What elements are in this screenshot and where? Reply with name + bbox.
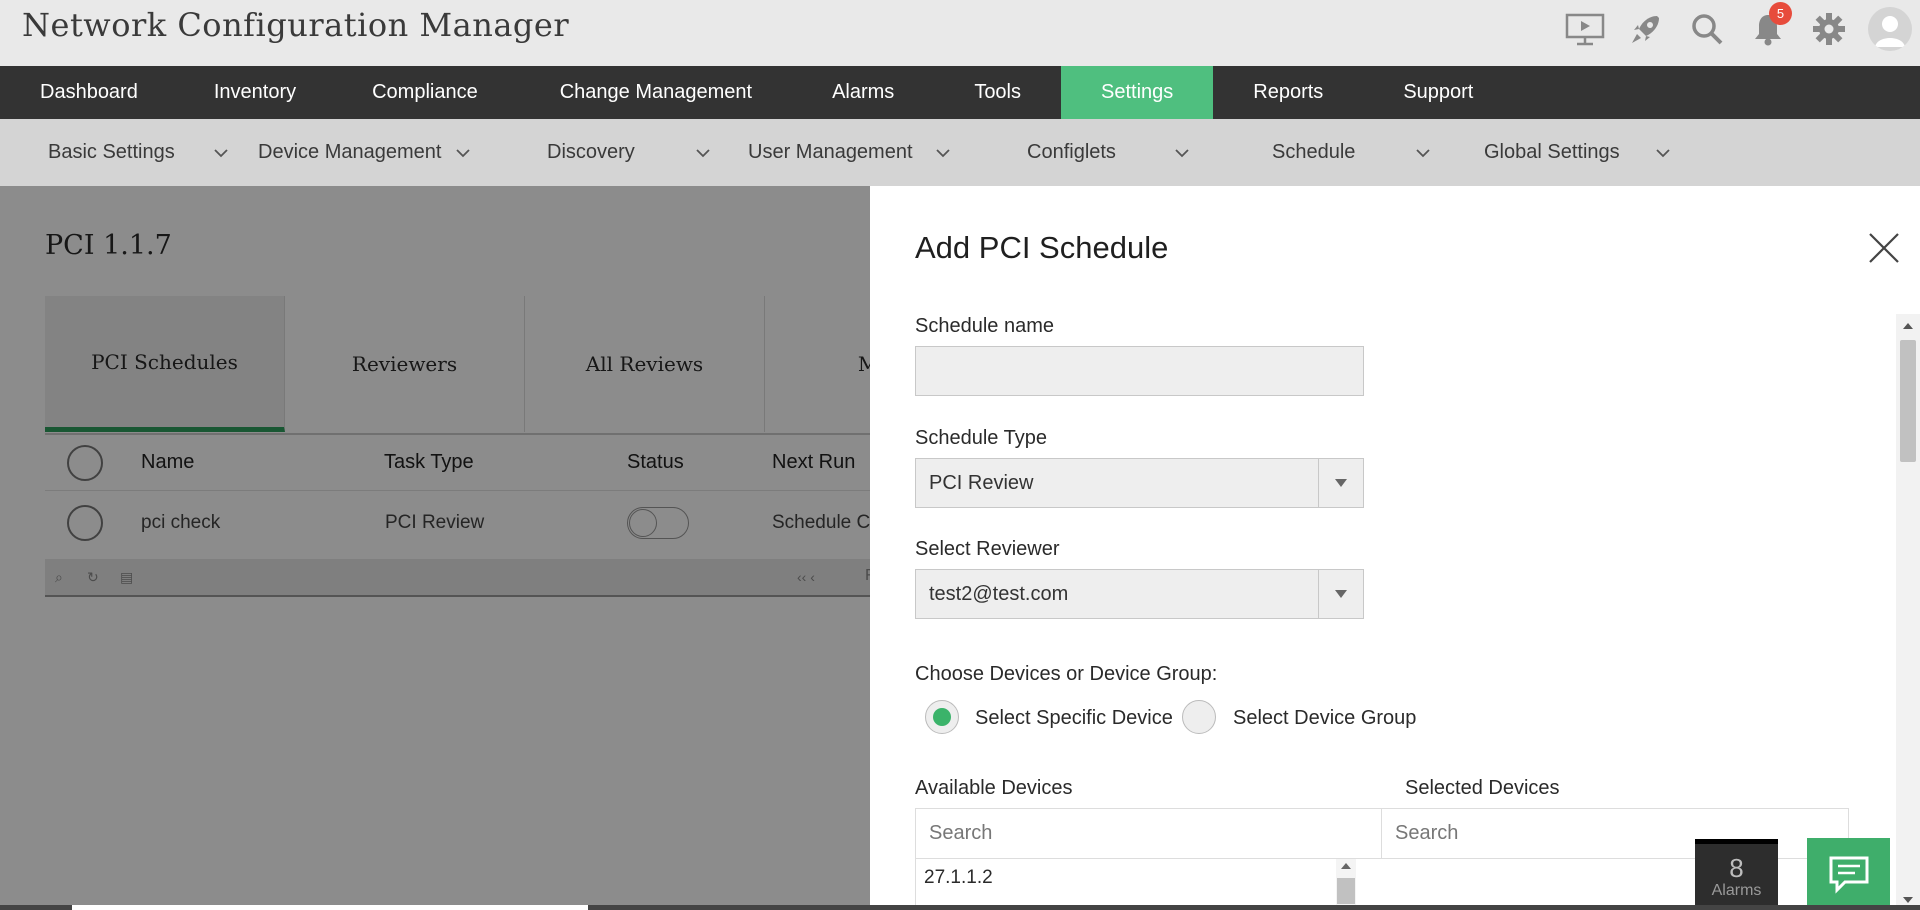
nav-settings[interactable]: Settings	[1061, 66, 1214, 119]
reviewer-value: test2@test.com	[929, 582, 1069, 605]
app-title: Network Configuration Manager	[22, 6, 570, 44]
radio-specific-device[interactable]	[925, 700, 959, 734]
panel-title: Add PCI Schedule	[915, 230, 1169, 265]
dropdown-arrow-icon[interactable]	[1318, 570, 1363, 618]
schedule-name-input[interactable]	[915, 346, 1364, 396]
radio-specific-device-label[interactable]: Select Specific Device	[975, 707, 1173, 730]
chevron-down-icon[interactable]	[696, 119, 710, 186]
radio-device-group-label[interactable]: Select Device Group	[1233, 707, 1416, 730]
subnav-user-management[interactable]: User Management	[748, 119, 913, 186]
available-list-scrollbar[interactable]	[1336, 859, 1356, 910]
nav-dashboard[interactable]: Dashboard	[0, 66, 178, 119]
selected-search-input[interactable]: Search	[1382, 809, 1848, 859]
user-avatar[interactable]	[1859, 0, 1920, 58]
alarms-counter-button[interactable]: 8 Alarms	[1695, 839, 1778, 910]
choose-devices-label: Choose Devices or Device Group:	[915, 663, 1218, 685]
schedule-type-select[interactable]: PCI Review	[915, 458, 1364, 508]
reviewer-label: Select Reviewer	[915, 538, 1060, 560]
dropdown-arrow-icon[interactable]	[1318, 459, 1363, 507]
nav-compliance[interactable]: Compliance	[332, 66, 518, 119]
notification-badge: 5	[1769, 2, 1792, 25]
available-search-input[interactable]: Search	[916, 809, 1382, 859]
nav-tools[interactable]: Tools	[934, 66, 1061, 119]
chevron-down-icon[interactable]	[1416, 119, 1430, 186]
reviewer-select[interactable]: test2@test.com	[915, 569, 1364, 619]
top-header: Network Configuration Manager 5	[0, 0, 1920, 66]
selected-devices-label: Selected Devices	[1405, 777, 1560, 799]
alarms-count: 8	[1729, 853, 1744, 883]
notification-bell-icon[interactable]: 5	[1737, 0, 1798, 58]
list-item[interactable]: 27.1.1.2	[924, 867, 993, 889]
radio-device-group[interactable]	[1182, 700, 1216, 734]
schedule-type-label: Schedule Type	[915, 427, 1047, 449]
subnav-schedule[interactable]: Schedule	[1272, 119, 1355, 186]
available-devices-label: Available Devices	[915, 777, 1073, 799]
chevron-down-icon[interactable]	[936, 119, 950, 186]
panel-scrollbar[interactable]	[1896, 314, 1920, 910]
schedule-name-label: Schedule name	[915, 315, 1054, 337]
avatar	[1867, 7, 1912, 51]
alarms-label: Alarms	[1711, 882, 1762, 899]
rocket-icon[interactable]	[1615, 0, 1676, 58]
nav-change-management[interactable]: Change Management	[518, 66, 794, 119]
gear-icon[interactable]	[1798, 0, 1859, 58]
chevron-down-icon[interactable]	[456, 119, 470, 186]
chevron-down-icon[interactable]	[1656, 119, 1670, 186]
close-icon[interactable]	[1866, 230, 1902, 266]
subnav-discovery[interactable]: Discovery	[547, 119, 635, 186]
nav-support[interactable]: Support	[1363, 66, 1513, 119]
nav-inventory[interactable]: Inventory	[178, 66, 332, 119]
bottom-strip	[0, 905, 1920, 910]
schedule-type-value: PCI Review	[929, 471, 1034, 494]
subnav-basic-settings[interactable]: Basic Settings	[48, 119, 175, 186]
nav-reports[interactable]: Reports	[1213, 66, 1363, 119]
nav-alarms[interactable]: Alarms	[794, 66, 934, 119]
search-icon[interactable]	[1676, 0, 1737, 58]
subnav-device-management[interactable]: Device Management	[258, 119, 441, 186]
subnav-configlets[interactable]: Configlets	[1027, 119, 1116, 186]
sub-nav: Basic Settings Device Management Discove…	[0, 119, 1920, 186]
chevron-down-icon[interactable]	[214, 119, 228, 186]
add-pci-schedule-panel: Add PCI Schedule Schedule name Schedule …	[870, 186, 1920, 910]
subnav-global-settings[interactable]: Global Settings	[1484, 119, 1620, 186]
chat-icon[interactable]	[1807, 838, 1890, 910]
chevron-down-icon[interactable]	[1175, 119, 1189, 186]
main-nav: Dashboard Inventory Compliance Change Ma…	[0, 66, 1920, 119]
header-icons: 5	[1554, 0, 1920, 58]
presentation-icon[interactable]	[1554, 0, 1615, 58]
